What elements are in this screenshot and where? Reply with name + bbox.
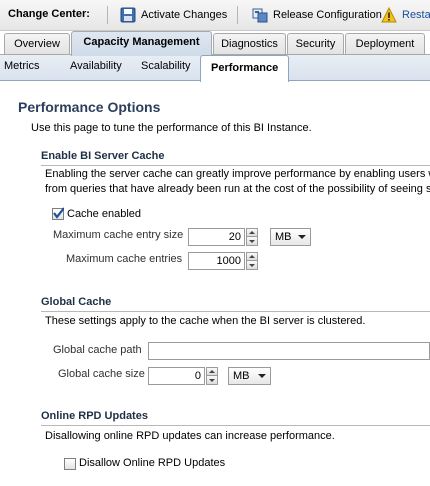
global-cache-size-label: Global cache size [58, 368, 145, 380]
activate-changes-label: Activate Changes [141, 9, 228, 21]
spinner-down-icon[interactable] [246, 261, 258, 270]
tab-diagnostics[interactable]: Diagnostics [213, 33, 286, 55]
subtab-performance[interactable]: Performance [200, 55, 290, 82]
change-center-title: Change Center: [8, 8, 90, 20]
global-cache-description: These settings apply to the cache when t… [45, 315, 366, 327]
tab-label: Diagnostics [221, 38, 278, 50]
spinner-up-icon[interactable] [206, 367, 218, 376]
section-divider [41, 311, 430, 312]
select-value: MB [275, 231, 292, 243]
global-cache-path-input[interactable] [148, 342, 430, 360]
subtab-scalability[interactable]: Scalability [141, 60, 191, 72]
spinner-up-icon[interactable] [246, 252, 258, 261]
cache-enabled-label: Cache enabled [67, 208, 142, 220]
release-configuration-label: Release Configuration [273, 9, 382, 21]
rpd-updates-description: Disallowing online RPD updates can incre… [45, 430, 335, 442]
spinner-down-icon[interactable] [206, 376, 218, 385]
max-cache-entry-size-spinner[interactable] [246, 228, 258, 246]
global-cache-path-label: Global cache path [53, 344, 142, 356]
server-cache-description-line2: from queries that have already been run … [45, 183, 430, 195]
global-cache-size-spinner[interactable] [206, 367, 218, 385]
max-cache-entry-size-label: Maximum cache entry size [53, 229, 184, 241]
release-config-icon [252, 7, 268, 23]
chevron-down-icon [298, 235, 306, 239]
tab-deployment[interactable]: Deployment [345, 33, 425, 55]
page-intro: Use this page to tune the performance of… [31, 122, 312, 134]
max-cache-entries-spinner[interactable] [246, 252, 258, 270]
tab-security[interactable]: Security [287, 33, 344, 55]
cache-enabled-checkbox[interactable] [52, 207, 64, 220]
subtab-availability[interactable]: Availability [70, 60, 122, 72]
page-title: Performance Options [18, 99, 161, 115]
tab-label: Overview [14, 38, 60, 50]
max-cache-entry-size-unit-select[interactable]: MB [270, 228, 311, 246]
activate-changes-button[interactable]: Activate Changes [120, 4, 227, 26]
rpd-updates-heading: Online RPD Updates [41, 410, 148, 422]
release-configuration-button[interactable]: Release Configuration [252, 4, 382, 26]
spinner-up-icon[interactable] [246, 228, 258, 237]
tab-overview[interactable]: Overview [4, 33, 70, 55]
max-cache-entries-label: Maximum cache entries [66, 253, 183, 265]
restart-button[interactable]: Resta [381, 4, 430, 26]
disallow-online-rpd-updates-checkbox[interactable] [64, 458, 76, 470]
warning-icon [381, 6, 397, 23]
restart-label: Resta [402, 9, 430, 21]
change-center-toolbar: Change Center: Activate Changes Release … [0, 0, 430, 31]
max-cache-entry-size-input[interactable]: 20 [188, 228, 245, 246]
global-cache-size-input[interactable]: 0 [148, 367, 205, 385]
sub-tab-bar: Metrics Availability Scalability Perform… [0, 55, 430, 82]
global-cache-size-unit-select[interactable]: MB [228, 367, 271, 385]
global-cache-heading: Global Cache [41, 296, 112, 308]
max-cache-entries-input[interactable]: 1000 [188, 252, 245, 270]
tab-label: Capacity Management [83, 36, 200, 48]
chevron-down-icon [258, 374, 266, 378]
section-divider [41, 425, 430, 426]
toolbar-separator [107, 6, 108, 24]
spinner-down-icon[interactable] [246, 237, 258, 246]
section-divider [41, 165, 430, 166]
save-icon [120, 7, 136, 23]
subtab-metrics[interactable]: Metrics [4, 60, 39, 72]
main-tab-bar: Overview Capacity Management Diagnostics… [0, 31, 430, 56]
toolbar-separator [237, 6, 238, 24]
server-cache-description-line1: Enabling the server cache can greatly im… [45, 168, 430, 180]
tab-label: Deployment [355, 38, 415, 50]
checkmark-icon [53, 207, 64, 219]
select-value: MB [233, 370, 250, 382]
disallow-online-rpd-updates-label: Disallow Online RPD Updates [79, 457, 226, 469]
tab-label: Security [295, 38, 336, 50]
tab-capacity-management[interactable]: Capacity Management [71, 31, 212, 56]
server-cache-heading: Enable BI Server Cache [41, 150, 165, 162]
